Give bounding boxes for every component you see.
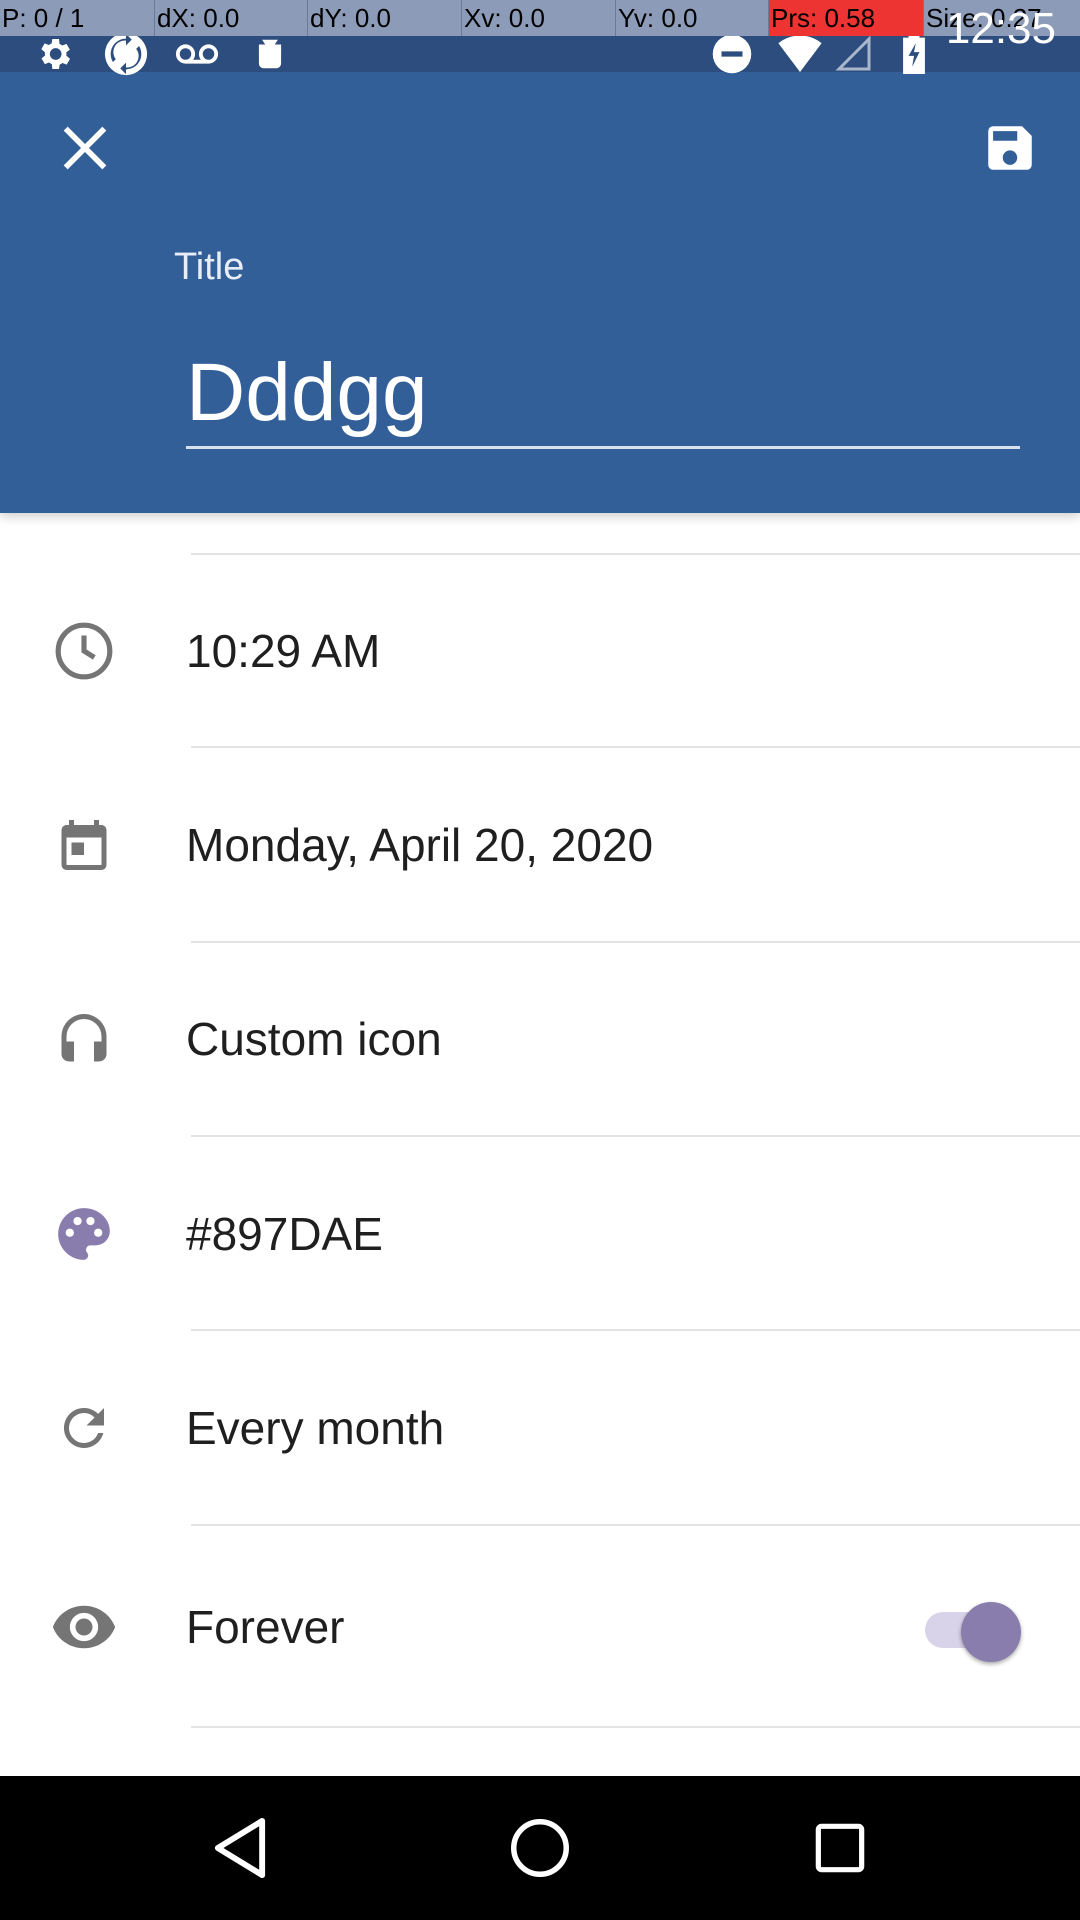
wifi-icon	[776, 36, 824, 72]
visibility-row[interactable]: Forever	[0, 1528, 1080, 1726]
voicemail-icon	[172, 36, 222, 72]
save-button[interactable]	[965, 103, 1055, 193]
signal-icon	[830, 36, 878, 72]
sync-icon	[100, 32, 152, 76]
close-icon	[63, 126, 107, 170]
forever-toggle[interactable]	[925, 1602, 1021, 1662]
date-value: Monday, April 20, 2020	[186, 819, 654, 871]
divider	[191, 1726, 1080, 1728]
repeat-icon	[47, 1391, 121, 1465]
delta-x: dX: 0.0	[155, 0, 308, 36]
color-value: #897DAE	[186, 1208, 383, 1260]
pointer-count: P: 0 / 1	[0, 0, 155, 36]
color-row[interactable]: #897DAE	[0, 1137, 1080, 1331]
custom-icon-row[interactable]: Custom icon	[0, 942, 1080, 1136]
calendar-icon	[47, 808, 121, 882]
back-icon	[214, 1817, 266, 1879]
status-clock: 12:35	[945, 4, 1056, 53]
title-input[interactable]	[186, 340, 1020, 449]
delta-y: dY: 0.0	[308, 0, 462, 36]
home-button[interactable]	[475, 1776, 605, 1920]
time-value: 10:29 AM	[186, 625, 381, 677]
date-row[interactable]: Monday, April 20, 2020	[0, 748, 1080, 942]
clock-icon	[47, 614, 121, 688]
recents-button[interactable]	[775, 1776, 905, 1920]
visibility-value: Forever	[186, 1601, 345, 1653]
divider	[191, 1524, 1080, 1526]
pointer-location-overlay: P: 0 / 1 dX: 0.0 dY: 0.0 Xv: 0.0 Yv: 0.0…	[0, 0, 1080, 36]
time-row[interactable]: 10:29 AM	[0, 554, 1080, 748]
repeat-row[interactable]: Every month	[0, 1331, 1080, 1525]
save-icon	[988, 126, 1032, 170]
velocity-y: Yv: 0.0	[616, 0, 769, 36]
toggle-thumb	[961, 1602, 1021, 1662]
status-bar	[0, 32, 1080, 76]
home-icon	[511, 1819, 569, 1877]
headphones-icon	[47, 1002, 121, 1076]
velocity-x: Xv: 0.0	[462, 0, 616, 36]
settings-icon	[30, 36, 78, 72]
custom-icon-label: Custom icon	[186, 1013, 442, 1065]
recents-icon	[815, 1823, 865, 1873]
palette-icon	[47, 1197, 121, 1271]
do-not-disturb-icon	[708, 34, 756, 74]
repeat-value: Every month	[186, 1402, 445, 1454]
android-icon	[246, 36, 294, 72]
close-button[interactable]	[40, 103, 130, 193]
eye-icon	[47, 1590, 121, 1664]
battery-charging-icon	[896, 34, 932, 74]
back-button[interactable]	[175, 1776, 305, 1920]
pressure: Prs: 0.58	[769, 0, 924, 36]
title-label: Title	[174, 246, 245, 288]
